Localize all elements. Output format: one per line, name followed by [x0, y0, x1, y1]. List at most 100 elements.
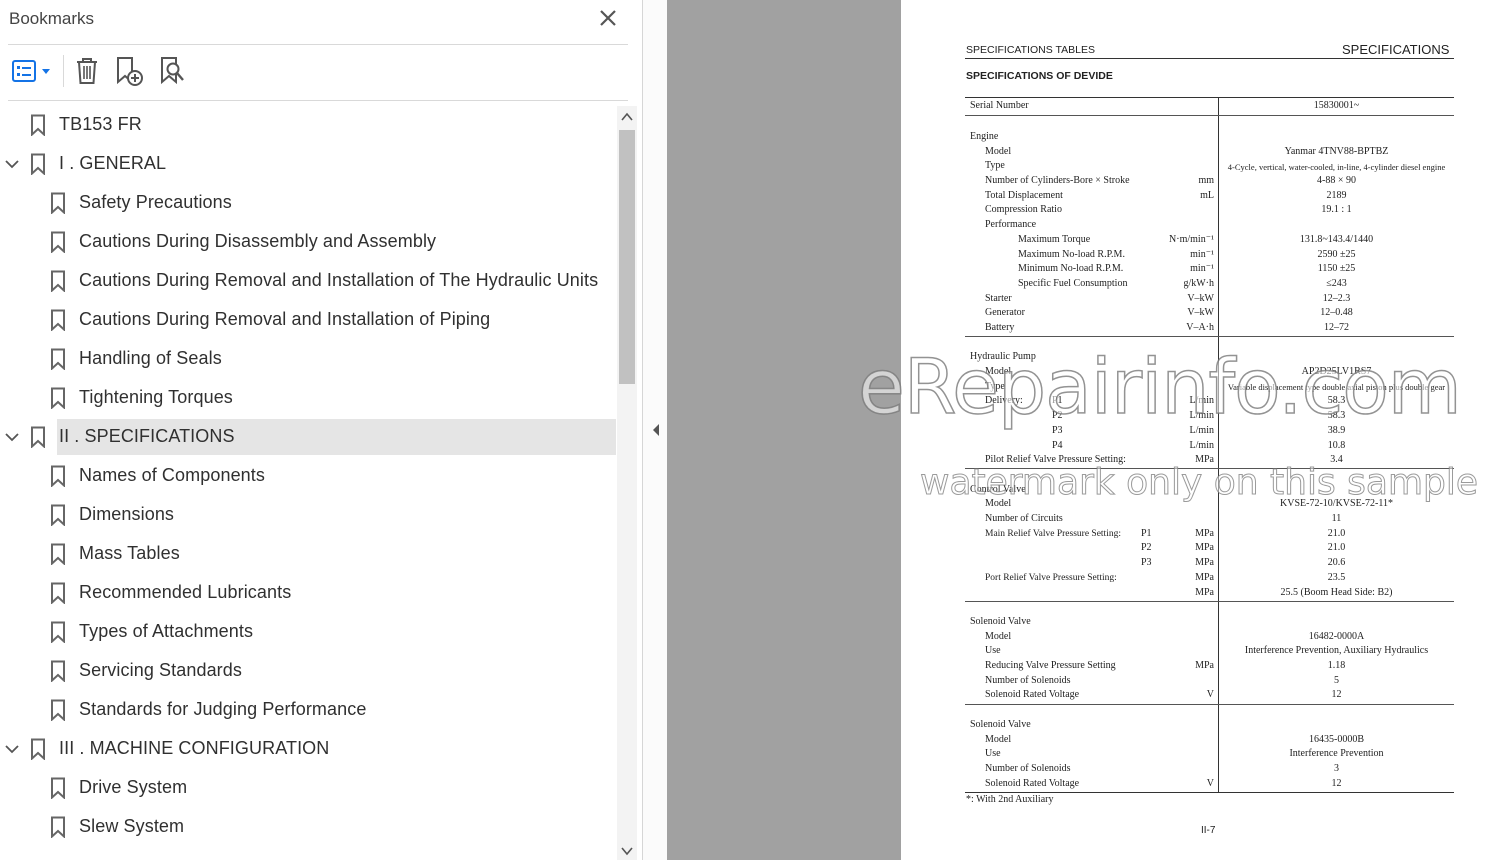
bookmark-options-button[interactable]	[8, 53, 54, 89]
bookmark-label: Recommended Lubricants	[79, 582, 292, 602]
scrollbar-thumb[interactable]	[619, 130, 635, 384]
table-rule	[965, 115, 1454, 116]
bookmark-label: Dimensions	[79, 504, 175, 524]
scroll-up-icon[interactable]	[620, 110, 634, 124]
toolbar-divider	[63, 55, 64, 87]
table-rule	[965, 601, 1454, 602]
bookmark-label: Safety Precautions	[79, 192, 232, 212]
solenoid1-use-label: Use	[985, 645, 1001, 656]
chevron-down-icon[interactable]	[4, 156, 20, 172]
bookmark-item[interactable]: Handling of Seals	[0, 341, 616, 377]
bookmark-label: TB153 FR	[59, 114, 142, 134]
bookmark-label: Drive System	[79, 777, 188, 797]
bookmark-icon	[51, 582, 65, 604]
control-circ-label: Number of Circuits	[985, 513, 1063, 524]
serial-value: 15830001~	[1313, 100, 1360, 111]
bookmark-item[interactable]: Cautions During Disassembly and Assembly	[0, 224, 616, 260]
bookmark-item[interactable]: III . MACHINE CONFIGURATION	[0, 731, 616, 767]
bookmark-icon	[51, 621, 65, 643]
bookmark-item[interactable]: Cautions During Removal and Installation…	[0, 263, 616, 299]
bookmark-item[interactable]: Standards for Judging Performance	[0, 692, 616, 728]
solenoid2-use-value: Interference Prevention	[1289, 748, 1384, 759]
engine-bat-unit: V–A·h	[1186, 322, 1214, 333]
engine-fuel-value: ≤243	[1326, 278, 1347, 289]
vertical-scrollbar[interactable]	[617, 106, 637, 860]
bookmark-label: II . SPECIFICATIONS	[59, 426, 235, 446]
pump-p4-value: 10.8	[1327, 440, 1346, 451]
divider	[8, 44, 628, 45]
bookmark-label: Cautions During Removal and Installation…	[79, 309, 491, 329]
bookmark-icon	[51, 465, 65, 487]
solenoid1-num-value: 5	[1334, 675, 1339, 686]
collapse-panel-icon[interactable]	[650, 422, 662, 438]
find-bookmark-button[interactable]	[154, 53, 190, 89]
chevron-down-icon[interactable]	[4, 429, 20, 445]
delete-bookmark-button[interactable]	[70, 53, 104, 89]
bookmark-label: Names of Components	[79, 465, 265, 485]
control-port-label: Port Relief Valve Pressure Setting:	[985, 573, 1117, 583]
engine-disp-label: Total Displacement	[985, 190, 1063, 201]
new-bookmark-button[interactable]	[110, 53, 146, 89]
bookmark-item[interactable]: Slew System	[0, 809, 616, 845]
solenoid2-volt-unit: V	[1206, 778, 1214, 789]
bookmark-item[interactable]: Types of Attachments	[0, 614, 616, 650]
bookmark-label: Slew System	[79, 816, 185, 836]
solenoid1-volt-label: Solenoid Rated Voltage	[985, 689, 1080, 700]
bookmark-label: Mass Tables	[79, 543, 180, 563]
engine-disp-unit: mL	[1200, 190, 1214, 201]
solenoid2-use-label: Use	[985, 748, 1001, 759]
bookmark-item[interactable]: I . GENERAL	[0, 146, 616, 182]
bookmark-icon	[51, 231, 65, 253]
bookmark-item[interactable]: Safety Precautions	[0, 185, 616, 221]
page-header-right: SPECIFICATIONS	[1342, 42, 1450, 57]
table-rule	[965, 704, 1454, 705]
bookmark-item[interactable]: Drive System	[0, 770, 616, 806]
bookmark-label: Cautions During Removal and Installation…	[79, 270, 599, 290]
bookmark-item[interactable]: Dimensions	[0, 497, 616, 533]
engine-fuel-label: Specific Fuel Consumption	[1018, 278, 1128, 289]
engine-model-value: Yanmar 4TNV88-BPTBZ	[1284, 146, 1389, 157]
page-subtitle: SPECIFICATIONS OF DEVIDE	[966, 70, 1113, 82]
bookmark-icon	[51, 504, 65, 526]
solenoid2-model-label: Model	[985, 734, 1012, 745]
solenoid1-volt-value: 12	[1331, 689, 1342, 700]
table-rule	[965, 336, 1454, 337]
table-rule	[965, 792, 1454, 793]
footnote: *: With 2nd Auxiliary	[966, 794, 1054, 805]
engine-starter-unit: V–kW	[1187, 293, 1214, 304]
engine-model-label: Model	[985, 146, 1012, 157]
bookmark-item[interactable]: II . SPECIFICATIONS	[0, 419, 616, 455]
bookmark-add-icon	[117, 57, 143, 86]
bookmark-item[interactable]: TB153 FR	[0, 107, 616, 143]
bookmark-item[interactable]: Mass Tables	[0, 536, 616, 572]
engine-maxrpm-label: Maximum No-load R.P.M.	[1018, 249, 1125, 260]
bookmark-item[interactable]: Servicing Standards	[0, 653, 616, 689]
control-p1-unit: MPa	[1195, 528, 1214, 539]
engine-disp-value: 2189	[1326, 190, 1347, 201]
solenoid1-red-unit: MPa	[1195, 660, 1214, 671]
bookmark-label: III . MACHINE CONFIGURATION	[59, 738, 330, 758]
bookmark-item[interactable]: Recommended Lubricants	[0, 575, 616, 611]
solenoid1-model-value: 16482-0000A	[1308, 631, 1365, 642]
solenoid1-section: Solenoid Valve	[970, 616, 1031, 627]
bookmark-item[interactable]: Names of Components	[0, 458, 616, 494]
engine-maxrpm-value: 2590 ±25	[1317, 249, 1356, 260]
pump-p4-unit: L/min	[1189, 440, 1214, 451]
bookmark-item[interactable]: Tightening Torques	[0, 380, 616, 416]
chevron-down-icon[interactable]	[4, 741, 20, 757]
engine-fuel-unit: g/kW·h	[1183, 278, 1214, 289]
engine-cyl-value: 4-88 × 90	[1317, 175, 1356, 186]
bookmark-item[interactable]: Cautions During Removal and Installation…	[0, 302, 616, 338]
solenoid2-section: Solenoid Valve	[970, 719, 1031, 730]
close-panel-button[interactable]	[597, 7, 619, 29]
engine-cyl-label: Number of Cylinders-Bore × Stroke	[985, 175, 1130, 186]
bookmark-icon	[51, 660, 65, 682]
solenoid2-num-value: 3	[1334, 763, 1339, 774]
bookmark-icon	[51, 699, 65, 721]
control-p3-unit: MPa	[1195, 557, 1214, 568]
engine-torque-label: Maximum Torque	[1018, 234, 1091, 245]
bookmark-label: Handling of Seals	[79, 348, 222, 368]
bookmark-icon	[31, 153, 45, 175]
scroll-down-icon[interactable]	[620, 844, 634, 858]
control-port-unit: MPa	[1195, 572, 1214, 583]
